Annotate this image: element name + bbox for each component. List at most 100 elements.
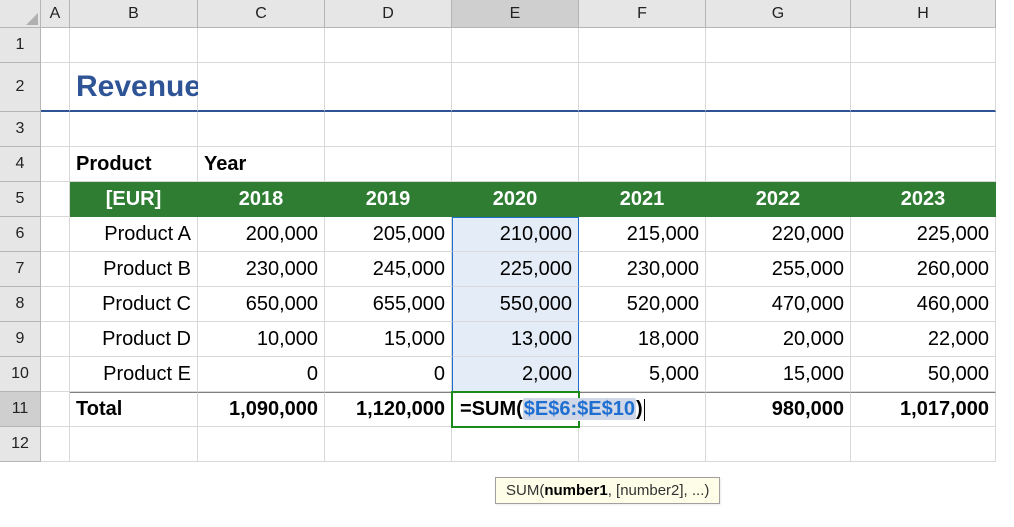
cell-G7[interactable]: 255,000 (706, 252, 851, 287)
cell-B4-product-label[interactable]: Product (70, 147, 198, 182)
cell-E7[interactable]: 225,000 (452, 252, 579, 287)
cell-D6[interactable]: 205,000 (325, 217, 452, 252)
cell-G12[interactable] (706, 427, 851, 462)
cell-G6[interactable]: 220,000 (706, 217, 851, 252)
cell-A10[interactable] (41, 357, 70, 392)
cell-E12[interactable] (452, 427, 579, 462)
select-all-corner[interactable] (0, 0, 41, 28)
cell-F1[interactable] (579, 28, 706, 63)
row-header-2[interactable]: 2 (0, 63, 41, 112)
cell-H11[interactable]: 1,017,000 (851, 392, 996, 427)
row-header-6[interactable]: 6 (0, 217, 41, 252)
cell-B5-unit[interactable]: [EUR] (70, 182, 198, 217)
row-header-10[interactable]: 10 (0, 357, 41, 392)
cell-F7[interactable]: 230,000 (579, 252, 706, 287)
cell-G9[interactable]: 20,000 (706, 322, 851, 357)
cell-A11[interactable] (41, 392, 70, 427)
cell-D9[interactable]: 15,000 (325, 322, 452, 357)
cell-E6[interactable]: 210,000 (452, 217, 579, 252)
row-header-11[interactable]: 11 (0, 392, 41, 427)
cell-H3[interactable] (851, 112, 996, 147)
cell-E1[interactable] (452, 28, 579, 63)
cell-C6[interactable]: 200,000 (198, 217, 325, 252)
row-header-12[interactable]: 12 (0, 427, 41, 462)
cell-B11-total-label[interactable]: Total (70, 392, 198, 427)
row-header-9[interactable]: 9 (0, 322, 41, 357)
cell-F3[interactable] (579, 112, 706, 147)
cell-B10[interactable]: Product E (70, 357, 198, 392)
cell-D5-2019[interactable]: 2019 (325, 182, 452, 217)
row-header-1[interactable]: 1 (0, 28, 41, 63)
cell-E5-2020[interactable]: 2020 (452, 182, 579, 217)
cell-H12[interactable] (851, 427, 996, 462)
cell-C9[interactable]: 10,000 (198, 322, 325, 357)
row-header-3[interactable]: 3 (0, 112, 41, 147)
col-header-D[interactable]: D (325, 0, 452, 28)
cell-D10[interactable]: 0 (325, 357, 452, 392)
cell-C2[interactable] (198, 63, 325, 112)
cell-F10[interactable]: 5,000 (579, 357, 706, 392)
row-header-7[interactable]: 7 (0, 252, 41, 287)
cell-D3[interactable] (325, 112, 452, 147)
cell-D8[interactable]: 655,000 (325, 287, 452, 322)
cell-E9[interactable]: 13,000 (452, 322, 579, 357)
cell-A7[interactable] (41, 252, 70, 287)
cell-B3[interactable] (70, 112, 198, 147)
cell-C8[interactable]: 650,000 (198, 287, 325, 322)
cell-F5-2021[interactable]: 2021 (579, 182, 706, 217)
cell-B8[interactable]: Product C (70, 287, 198, 322)
col-header-F[interactable]: F (579, 0, 706, 28)
cell-C7[interactable]: 230,000 (198, 252, 325, 287)
cell-C1[interactable] (198, 28, 325, 63)
cell-E8[interactable]: 550,000 (452, 287, 579, 322)
col-header-E[interactable]: E (452, 0, 579, 28)
col-header-B[interactable]: B (70, 0, 198, 28)
cell-G11[interactable]: 980,000 (706, 392, 851, 427)
cell-H5-2023[interactable]: 2023 (851, 182, 996, 217)
cell-C4-year-label[interactable]: Year (198, 147, 325, 182)
cell-H8[interactable]: 460,000 (851, 287, 996, 322)
cell-A12[interactable] (41, 427, 70, 462)
spreadsheet-grid[interactable]: A B C D E F G H 1 2 Revenue per year and… (0, 0, 1014, 462)
cell-C10[interactable]: 0 (198, 357, 325, 392)
cell-A1[interactable] (41, 28, 70, 63)
cell-A5[interactable] (41, 182, 70, 217)
cell-G4[interactable] (706, 147, 851, 182)
cell-D7[interactable]: 245,000 (325, 252, 452, 287)
cell-B7[interactable]: Product B (70, 252, 198, 287)
cell-D12[interactable] (325, 427, 452, 462)
cell-H7[interactable]: 260,000 (851, 252, 996, 287)
cell-D11[interactable]: 1,120,000 (325, 392, 452, 427)
cell-F12[interactable] (579, 427, 706, 462)
cell-B12[interactable] (70, 427, 198, 462)
row-header-5[interactable]: 5 (0, 182, 41, 217)
col-header-C[interactable]: C (198, 0, 325, 28)
cell-F6[interactable]: 215,000 (579, 217, 706, 252)
formula-input[interactable]: =SUM($E$6:$E$10) (460, 398, 647, 421)
cell-A4[interactable] (41, 147, 70, 182)
row-header-4[interactable]: 4 (0, 147, 41, 182)
cell-F9[interactable]: 18,000 (579, 322, 706, 357)
cell-E11-editing[interactable]: =SUM($E$6:$E$10) (452, 392, 579, 427)
cell-C5-2018[interactable]: 2018 (198, 182, 325, 217)
cell-C11[interactable]: 1,090,000 (198, 392, 325, 427)
cell-F2[interactable] (579, 63, 706, 112)
cell-H9[interactable]: 22,000 (851, 322, 996, 357)
cell-H2[interactable] (851, 63, 996, 112)
cell-G1[interactable] (706, 28, 851, 63)
cell-E3[interactable] (452, 112, 579, 147)
cell-B1[interactable] (70, 28, 198, 63)
cell-A6[interactable] (41, 217, 70, 252)
cell-E2[interactable] (452, 63, 579, 112)
cell-H6[interactable]: 225,000 (851, 217, 996, 252)
cell-B6[interactable]: Product A (70, 217, 198, 252)
cell-A8[interactable] (41, 287, 70, 322)
cell-E4[interactable] (452, 147, 579, 182)
cell-G10[interactable]: 15,000 (706, 357, 851, 392)
cell-B9[interactable]: Product D (70, 322, 198, 357)
col-header-G[interactable]: G (706, 0, 851, 28)
cell-H4[interactable] (851, 147, 996, 182)
row-header-8[interactable]: 8 (0, 287, 41, 322)
cell-A9[interactable] (41, 322, 70, 357)
cell-A2[interactable] (41, 63, 70, 112)
